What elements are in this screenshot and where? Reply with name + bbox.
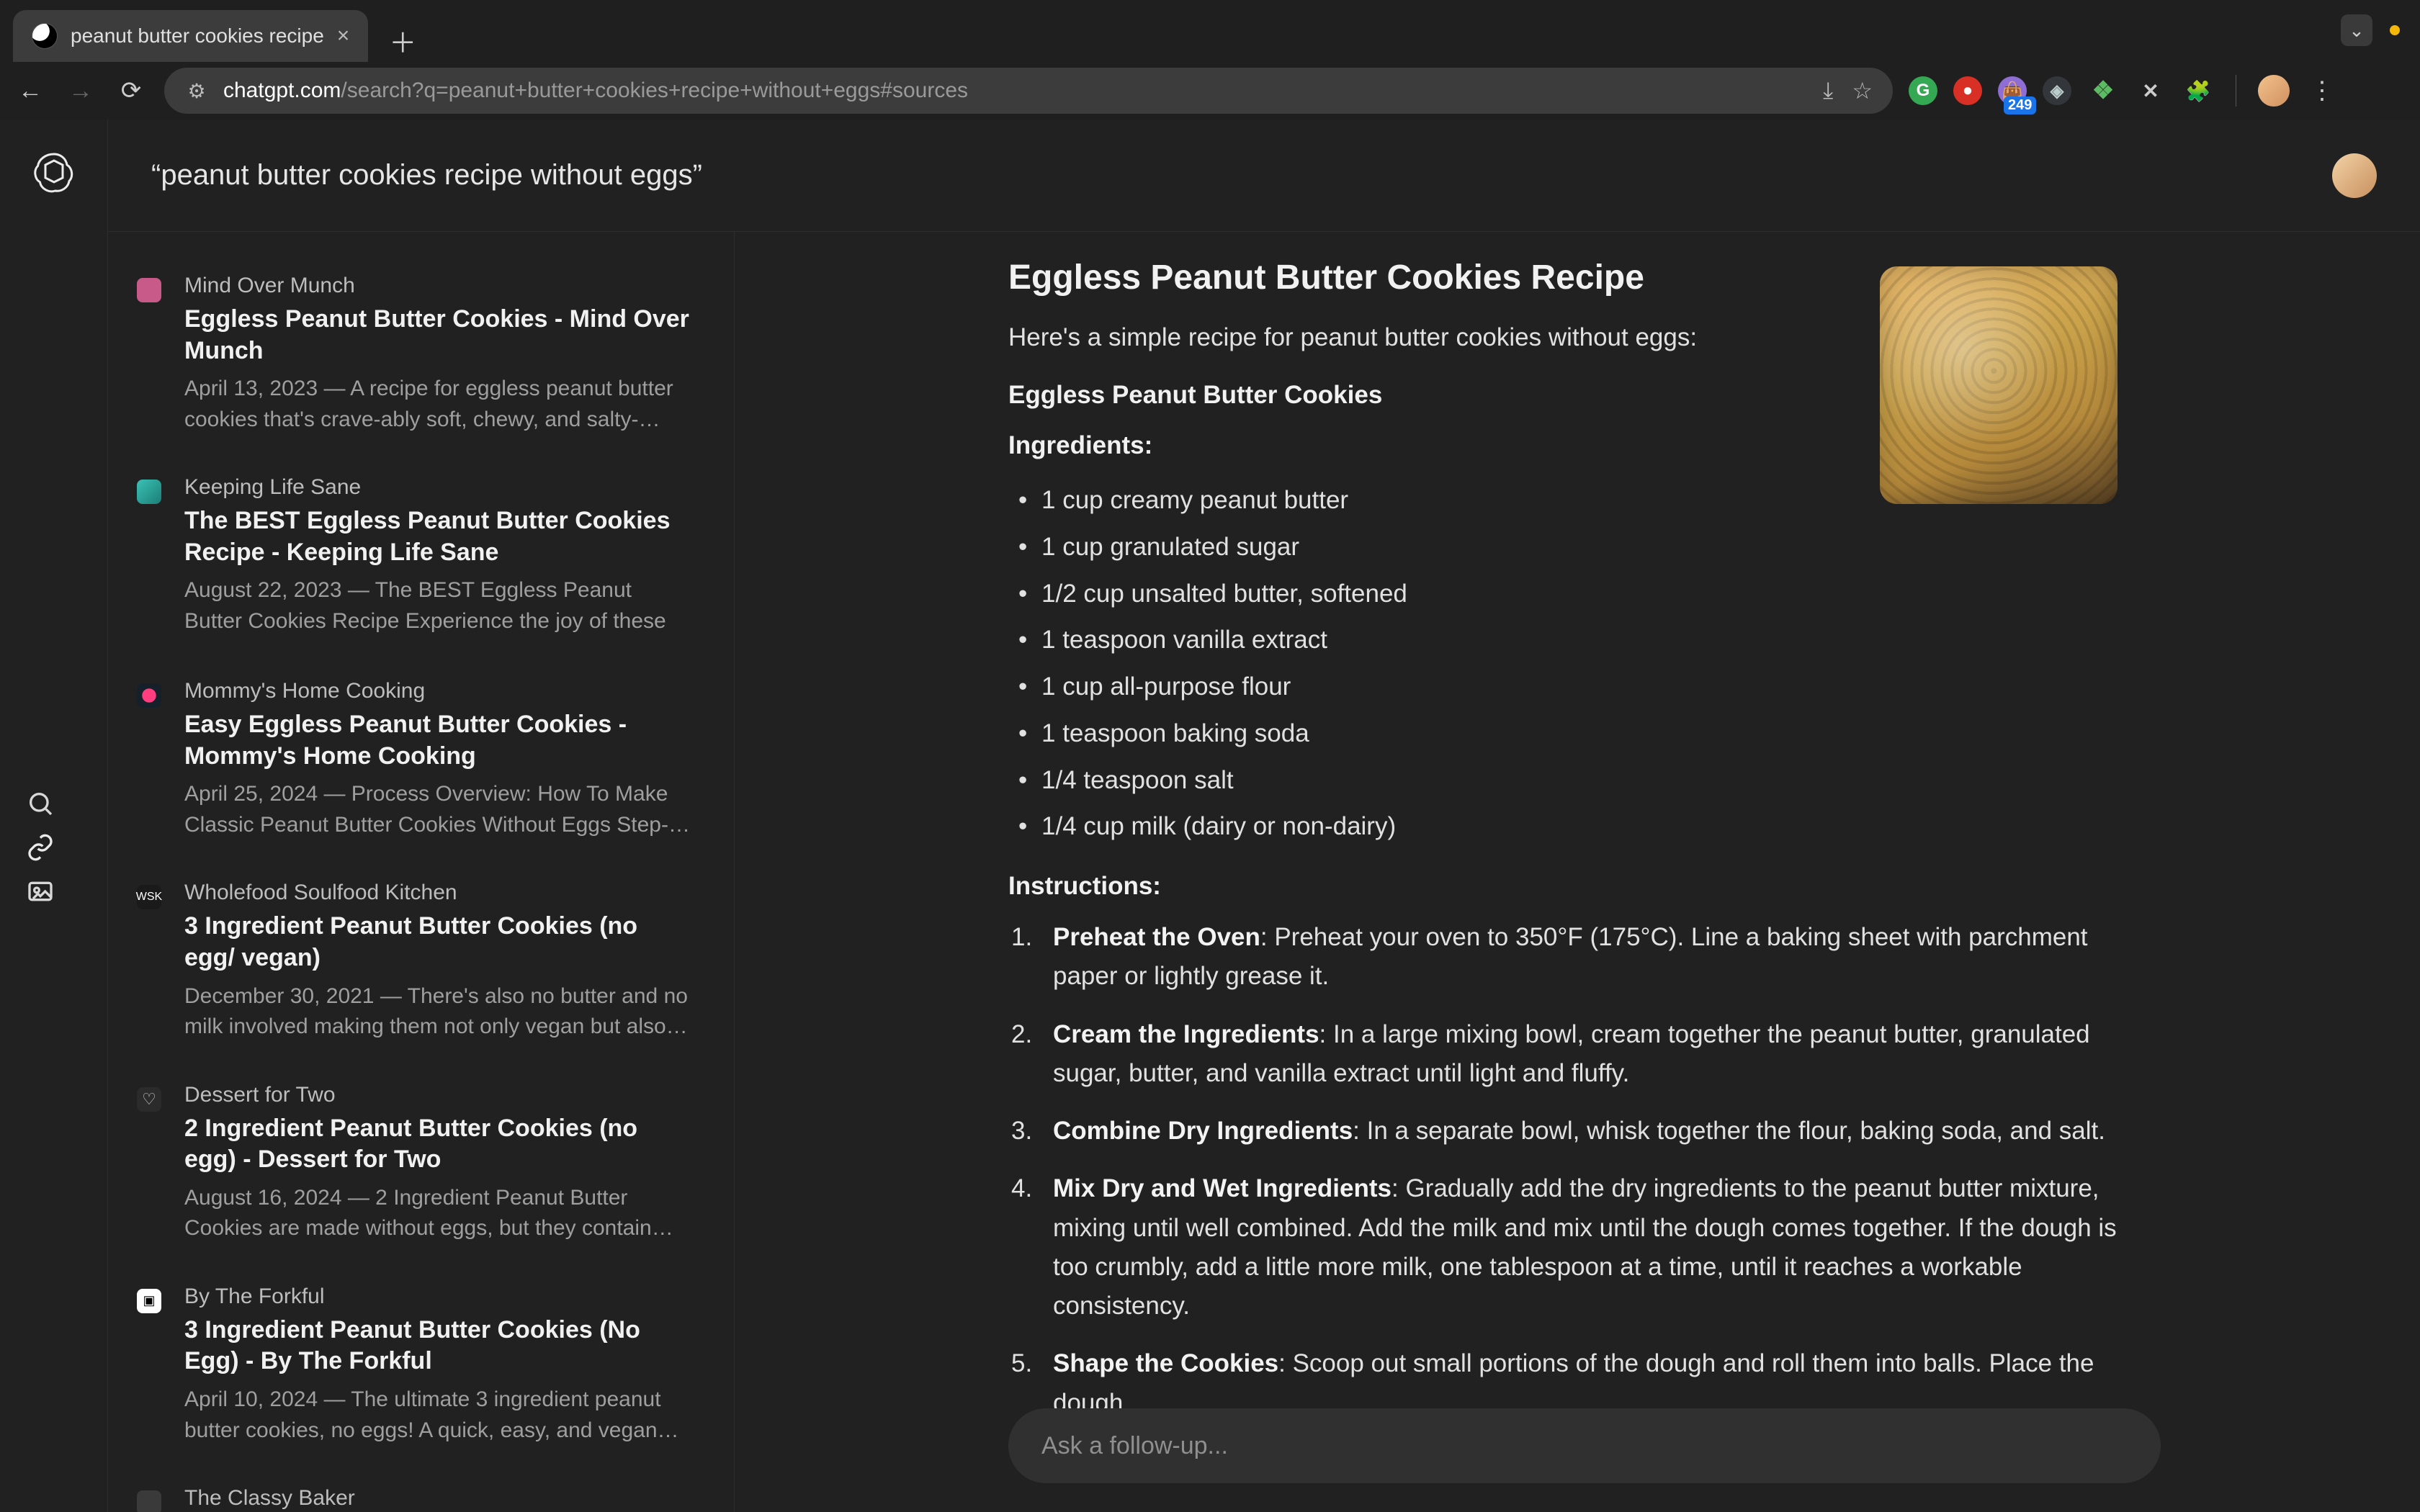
- instructions-list: Preheat the Oven: Preheat your oven to 3…: [1008, 918, 2132, 1423]
- ingredient-item: 1 cup all-purpose flour: [1008, 664, 2132, 711]
- browser-menu-icon[interactable]: ⋮: [2305, 76, 2339, 105]
- source-title: 2 Ingredient Peanut Butter Cookies (no e…: [184, 1113, 692, 1176]
- profile-avatar[interactable]: [2258, 75, 2290, 107]
- instruction-step: Cream the Ingredients: In a large mixing…: [1008, 1015, 2132, 1094]
- rail-links-icon[interactable]: [26, 833, 55, 865]
- source-snippet: April 10, 2024 — The ultimate 3 ingredie…: [184, 1385, 692, 1446]
- user-avatar[interactable]: [2332, 153, 2377, 198]
- browser-tab-strip: peanut butter cookies recipe × ＋ ⌄: [0, 0, 2420, 62]
- extension-icon[interactable]: ●: [1953, 76, 1982, 105]
- back-button[interactable]: ←: [13, 73, 48, 108]
- search-header: “peanut butter cookies recipe without eg…: [108, 120, 2420, 232]
- instructions-label: Instructions:: [1008, 872, 2132, 901]
- source-favicon: WSK: [137, 885, 161, 909]
- source-snippet: April 13, 2023 — A recipe for eggless pe…: [184, 374, 692, 435]
- ingredients-list: 1 cup creamy peanut butter1 cup granulat…: [1008, 477, 2132, 850]
- reload-button[interactable]: ⟳: [114, 73, 148, 108]
- tab-favicon: [32, 23, 58, 49]
- extensions-area: G ● 👜249 ◈ ❖ ✕ 🧩 ⋮: [1909, 75, 2346, 107]
- extension-icon[interactable]: 👜249: [1998, 76, 2027, 105]
- source-favicon: [137, 1490, 161, 1512]
- source-site: Mommy's Home Cooking: [184, 679, 692, 703]
- tab-title: peanut butter cookies recipe: [71, 24, 324, 48]
- followup-bar[interactable]: [1008, 1408, 2161, 1483]
- source-title: Eggless Peanut Butter Cookies - Mind Ove…: [184, 304, 692, 366]
- source-site: The Classy Baker: [184, 1486, 692, 1511]
- source-site: Wholefood Soulfood Kitchen: [184, 881, 692, 905]
- forward-button[interactable]: →: [63, 73, 98, 108]
- ingredient-item: 1/4 teaspoon salt: [1008, 757, 2132, 804]
- new-tab-button[interactable]: ＋: [381, 19, 424, 62]
- openai-logo[interactable]: [31, 148, 77, 194]
- url-text: chatgpt.com/search?q=peanut+butter+cooki…: [223, 78, 1809, 103]
- ingredient-item: 1 cup granulated sugar: [1008, 524, 2132, 571]
- source-result[interactable]: The Classy BakerEggless Peanut Butter Co…: [130, 1466, 699, 1512]
- source-site: By The Forkful: [184, 1284, 692, 1309]
- install-app-icon[interactable]: ⤓: [1823, 77, 1833, 104]
- instruction-step: Mix Dry and Wet Ingredients: Gradually a…: [1008, 1169, 2132, 1326]
- instruction-step: Preheat the Oven: Preheat your oven to 3…: [1008, 918, 2132, 996]
- source-result[interactable]: WSK Wholefood Soulfood Kitchen 3 Ingredien…: [130, 860, 699, 1062]
- source-result[interactable]: Keeping Life Sane The BEST Eggless Peanut…: [130, 455, 699, 659]
- source-favicon: [137, 278, 161, 302]
- rail-images-icon[interactable]: [26, 877, 55, 909]
- source-site: Mind Over Munch: [184, 274, 692, 298]
- extension-icon[interactable]: G: [1909, 76, 1937, 105]
- extension-icon[interactable]: ✕: [2135, 75, 2166, 107]
- source-result[interactable]: Mind Over Munch Eggless Peanut Butter Coo…: [130, 253, 699, 455]
- window-controls: ⌄: [2341, 14, 2400, 46]
- source-snippet: August 16, 2024 — 2 Ingredient Peanut Bu…: [184, 1183, 692, 1244]
- source-favicon: ♡: [137, 1087, 161, 1112]
- extensions-menu-icon[interactable]: 🧩: [2182, 75, 2214, 107]
- source-title: 3 Ingredient Peanut Butter Cookies (No E…: [184, 1315, 692, 1377]
- sources-panel: Mind Over Munch Eggless Peanut Butter Coo…: [108, 232, 735, 1512]
- source-favicon: [137, 683, 161, 708]
- source-result[interactable]: ▣ By The Forkful 3 Ingredient Peanut Butte…: [130, 1264, 699, 1466]
- ingredient-item: 1/4 cup milk (dairy or non-dairy): [1008, 804, 2132, 850]
- ingredient-item: 1/2 cup unsalted butter, softened: [1008, 571, 2132, 618]
- source-result[interactable]: ♡ Dessert for Two 2 Ingredient Peanut Butt…: [130, 1063, 699, 1264]
- source-snippet: April 25, 2024 — Process Overview: How T…: [184, 779, 692, 840]
- source-snippet: August 22, 2023 — The BEST Eggless Peanu…: [184, 575, 692, 639]
- window-minimize-dot[interactable]: [2390, 25, 2400, 35]
- source-title: 3 Ingredient Peanut Butter Cookies (no e…: [184, 911, 692, 973]
- rail-search-icon[interactable]: [26, 789, 55, 822]
- source-favicon: [137, 480, 161, 504]
- search-query: “peanut butter cookies recipe without eg…: [151, 159, 702, 192]
- ingredient-item: 1 teaspoon baking soda: [1008, 711, 2132, 757]
- source-favicon: ▣: [137, 1289, 161, 1313]
- browser-toolbar: ← → ⟳ ⚙ chatgpt.com/search?q=peanut+butt…: [0, 62, 2420, 120]
- browser-tab-active[interactable]: peanut butter cookies recipe ×: [13, 10, 368, 62]
- source-site: Dessert for Two: [184, 1083, 692, 1107]
- tab-overflow-button[interactable]: ⌄: [2341, 14, 2372, 46]
- answer-panel: Eggless Peanut Butter Cookies Recipe Her…: [735, 232, 2420, 1512]
- site-info-icon[interactable]: ⚙: [184, 78, 209, 103]
- source-result[interactable]: Mommy's Home Cooking Easy Eggless Peanut …: [130, 659, 699, 860]
- page-content: “peanut butter cookies recipe without eg…: [0, 120, 2420, 1512]
- source-snippet: December 30, 2021 — There's also no butt…: [184, 981, 692, 1043]
- source-title: The BEST Eggless Peanut Butter Cookies R…: [184, 505, 692, 568]
- ingredient-item: 1 teaspoon vanilla extract: [1008, 617, 2132, 664]
- source-title: Easy Eggless Peanut Butter Cookies - Mom…: [184, 709, 692, 772]
- answer-hero-image: [1880, 266, 2118, 504]
- followup-input[interactable]: [1041, 1432, 2128, 1460]
- source-site: Keeping Life Sane: [184, 475, 692, 500]
- address-bar[interactable]: ⚙ chatgpt.com/search?q=peanut+butter+coo…: [164, 68, 1893, 114]
- extension-icon[interactable]: ❖: [2087, 75, 2119, 107]
- extension-badge: 249: [2004, 96, 2036, 114]
- extension-icon[interactable]: ◈: [2043, 76, 2071, 105]
- ingredient-item: 1 cup creamy peanut butter: [1008, 477, 2132, 524]
- close-tab-icon[interactable]: ×: [337, 24, 350, 48]
- bookmark-icon[interactable]: ☆: [1852, 77, 1873, 104]
- instruction-step: Combine Dry Ingredients: In a separate b…: [1008, 1112, 2132, 1151]
